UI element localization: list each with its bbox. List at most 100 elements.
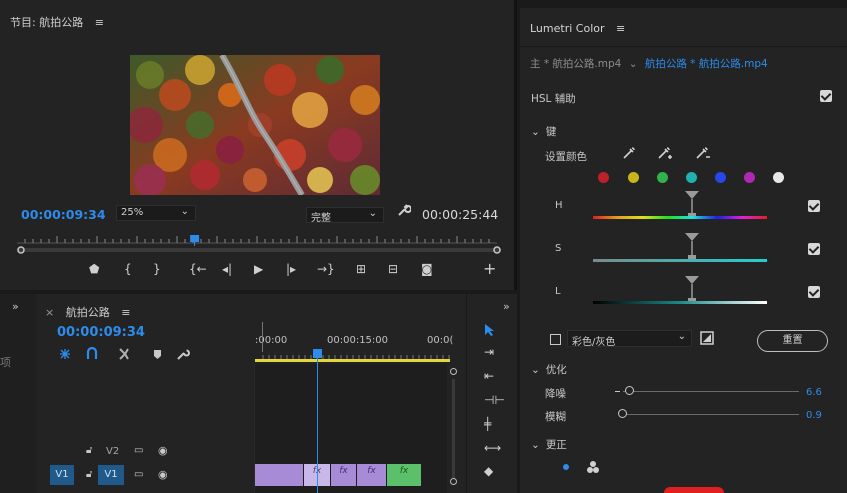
scrub-bar[interactable] <box>17 234 501 256</box>
linked-selection-icon[interactable] <box>119 348 129 360</box>
denoise-slider-knob[interactable] <box>625 386 634 395</box>
timeline-tab[interactable]: × 航拍公路 ≡ <box>45 304 130 320</box>
chevron-down-icon[interactable]: ⌄ <box>629 58 638 70</box>
mark-out-icon[interactable]: } <box>153 262 161 276</box>
slide-tool-icon[interactable]: ⟷ <box>484 441 501 455</box>
mark-in-icon[interactable]: { <box>124 262 132 276</box>
clip-source-label[interactable]: 航拍公路 * 航拍公路.mp4 <box>645 58 768 70</box>
eye-icon[interactable]: ◉ <box>158 444 168 457</box>
panel-collapse-icon[interactable]: » <box>12 300 19 313</box>
eyedropper-subtract-icon[interactable] <box>695 146 711 160</box>
track-select-forward-icon[interactable]: ⇥ <box>484 345 494 359</box>
l-enable-checkbox[interactable] <box>808 286 820 298</box>
s-range-marker[interactable] <box>685 233 699 261</box>
timeline-playhead-line[interactable] <box>317 350 318 493</box>
current-timecode[interactable]: 00:00:09:34 <box>21 207 106 222</box>
program-monitor-title[interactable]: 节目: 航拍公路 ≡ <box>10 14 104 30</box>
invert-mask-icon[interactable] <box>700 331 714 345</box>
color-swatch[interactable] <box>773 172 784 183</box>
color-swatch[interactable] <box>657 172 668 183</box>
master-source-label[interactable]: 主 * 航拍公路.mp4 <box>530 58 621 70</box>
correct-section-header[interactable]: ⌄ 更正 <box>531 437 567 452</box>
panel-menu-icon[interactable]: ≡ <box>95 16 104 29</box>
three-wheel-mode-icon[interactable] <box>586 460 600 474</box>
color-swatch[interactable] <box>715 172 726 183</box>
sync-lock-icon[interactable]: ▭ <box>134 445 143 456</box>
blur-slider-knob[interactable] <box>618 409 627 418</box>
eyedropper-add-icon[interactable] <box>657 146 673 160</box>
reset-button[interactable]: 重置 <box>757 330 828 352</box>
eye-icon[interactable]: ◉ <box>158 468 168 481</box>
playback-resolution-dropdown[interactable]: 完整 ⌄ <box>306 207 384 224</box>
timeline-timecode[interactable]: 00:00:09:34 <box>57 325 145 340</box>
panel-menu-icon[interactable]: ≡ <box>616 22 625 35</box>
timeline-vertical-scrollbar[interactable] <box>447 365 459 493</box>
clip-fx[interactable]: fx <box>357 464 386 486</box>
panel-collapse-icon[interactable]: » <box>503 300 510 313</box>
hsl-enable-checkbox[interactable] <box>820 90 832 102</box>
go-to-in-icon[interactable]: {← <box>189 262 207 276</box>
saturation-range-bar[interactable] <box>593 259 767 262</box>
sync-lock-icon[interactable]: ▭ <box>134 469 143 480</box>
work-area-bar[interactable] <box>255 359 450 362</box>
color-swatch[interactable] <box>628 172 639 183</box>
overwrite-icon[interactable]: ⊟ <box>388 262 398 276</box>
hue-range-bar[interactable] <box>593 216 767 219</box>
add-button-icon[interactable]: + <box>483 259 496 278</box>
color-wheel-edge[interactable] <box>664 487 724 493</box>
denoise-value[interactable]: 6.6 <box>806 387 822 398</box>
color-swatch[interactable] <box>598 172 609 183</box>
color-gray-dropdown[interactable]: 彩色/灰色 ⌄ <box>567 330 692 348</box>
camera-icon[interactable]: ◙ <box>421 262 433 276</box>
panel-menu-icon[interactable]: ≡ <box>121 306 130 319</box>
step-back-icon[interactable]: ◂| <box>222 262 232 276</box>
go-to-out-icon[interactable]: →} <box>317 262 335 276</box>
key-section-header[interactable]: ⌄ 键 <box>531 124 556 139</box>
step-forward-icon[interactable]: |▸ <box>286 262 296 276</box>
ripple-edit-icon[interactable]: ⇤ <box>484 369 494 383</box>
h-label: H <box>555 200 563 211</box>
lock-icon[interactable]: 🔓︎ <box>86 445 92 456</box>
lumetri-title[interactable]: Lumetri Color ≡ <box>530 22 625 35</box>
h-range-marker[interactable] <box>685 191 699 219</box>
hsl-secondary-header[interactable]: HSL 辅助 <box>531 91 576 106</box>
clip-fx[interactable]: fx <box>331 464 356 486</box>
source-patch-v1[interactable]: V1 <box>50 465 74 485</box>
color-swatch[interactable] <box>744 172 755 183</box>
clip[interactable] <box>255 464 303 486</box>
luminance-range-bar[interactable] <box>593 301 767 304</box>
settings-wrench-icon[interactable] <box>397 203 411 217</box>
insert-icon[interactable]: ⊞ <box>356 262 366 276</box>
pen-tool-icon[interactable]: ◆ <box>484 464 493 478</box>
color-swatch[interactable] <box>686 172 697 183</box>
color-gray-checkbox[interactable] <box>550 334 561 345</box>
l-range-marker[interactable] <box>685 276 699 304</box>
clip-fx[interactable]: fx <box>387 464 421 486</box>
single-wheel-mode-icon[interactable] <box>563 464 569 470</box>
close-icon[interactable]: × <box>45 306 54 319</box>
refine-section-header[interactable]: ⌄ 优化 <box>531 362 567 377</box>
ruler-label-start: :00:00 <box>255 335 288 346</box>
add-marker-icon[interactable]: ⬟ <box>89 262 99 276</box>
wrench-icon[interactable] <box>177 349 190 360</box>
lock-icon[interactable]: 🔓︎ <box>86 469 92 480</box>
zoom-dropdown[interactable]: 25% ⌄ <box>116 205 196 221</box>
scrub-playhead[interactable] <box>190 235 200 246</box>
snap-icon[interactable] <box>86 346 98 359</box>
s-enable-checkbox[interactable] <box>808 243 820 255</box>
h-enable-checkbox[interactable] <box>808 200 820 212</box>
razor-rolling-icon[interactable]: ⊣⊢ <box>484 393 505 407</box>
track-name-v1[interactable]: V1 <box>98 465 124 485</box>
blur-value[interactable]: 0.9 <box>806 410 822 421</box>
project-panel-edge: » 项 <box>0 294 37 493</box>
lumetri-source-selector[interactable]: 主 * 航拍公路.mp4 ⌄ 航拍公路 * 航拍公路.mp4 <box>530 56 768 71</box>
nest-icon[interactable] <box>60 349 70 359</box>
eyedropper-icon[interactable] <box>622 146 636 160</box>
blur-slider-track[interactable] <box>623 414 799 415</box>
timeline-playhead[interactable] <box>313 349 322 358</box>
slip-tool-icon[interactable]: ╪ <box>484 417 491 431</box>
play-icon[interactable]: ▶ <box>254 262 263 276</box>
denoise-slider-track[interactable] <box>623 391 799 392</box>
selection-tool-icon[interactable] <box>484 323 496 337</box>
add-marker-icon[interactable] <box>154 350 161 359</box>
